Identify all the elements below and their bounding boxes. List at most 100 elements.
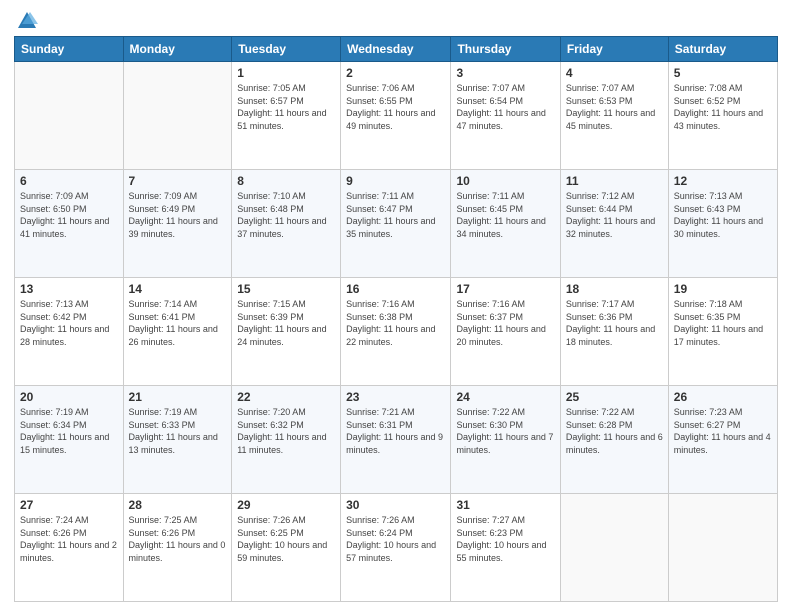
day-number: 5 [674,66,772,80]
logo [14,10,38,28]
day-number: 15 [237,282,335,296]
weekday-header-saturday: Saturday [668,37,777,62]
day-number: 6 [20,174,118,188]
day-info: Sunrise: 7:13 AMSunset: 6:42 PMDaylight:… [20,298,118,348]
day-number: 29 [237,498,335,512]
day-number: 22 [237,390,335,404]
day-number: 19 [674,282,772,296]
day-number: 10 [456,174,554,188]
day-number: 26 [674,390,772,404]
calendar-cell: 6Sunrise: 7:09 AMSunset: 6:50 PMDaylight… [15,170,124,278]
calendar-week-1: 6Sunrise: 7:09 AMSunset: 6:50 PMDaylight… [15,170,778,278]
weekday-header-row: SundayMondayTuesdayWednesdayThursdayFrid… [15,37,778,62]
day-number: 13 [20,282,118,296]
day-number: 3 [456,66,554,80]
calendar-cell: 7Sunrise: 7:09 AMSunset: 6:49 PMDaylight… [123,170,232,278]
day-info: Sunrise: 7:23 AMSunset: 6:27 PMDaylight:… [674,406,772,456]
calendar-week-0: 1 Sunrise: 7:05 AMSunset: 6:57 PMDaylight… [15,62,778,170]
day-number: 18 [566,282,663,296]
day-number: 25 [566,390,663,404]
day-number: 16 [346,282,445,296]
calendar-cell: 27 Sunrise: 7:24 AMSunset: 6:26 PMDayligh… [15,494,124,602]
day-info: Sunrise: 7:11 AMSunset: 6:45 PMDaylight:… [456,190,554,240]
calendar-cell: 1 Sunrise: 7:05 AMSunset: 6:57 PMDaylight… [232,62,341,170]
calendar-cell: 15 Sunrise: 7:15 AMSunset: 6:39 PMDayligh… [232,278,341,386]
day-info: Sunrise: 7:06 AMSunset: 6:55 PMDaylight:… [346,82,445,132]
calendar-cell: 13 Sunrise: 7:13 AMSunset: 6:42 PMDayligh… [15,278,124,386]
calendar-cell: 14 Sunrise: 7:14 AMSunset: 6:41 PMDayligh… [123,278,232,386]
day-info: Sunrise: 7:25 AMSunset: 6:26 PMDaylight:… [129,514,227,564]
day-number: 21 [129,390,227,404]
calendar-cell: 4 Sunrise: 7:07 AMSunset: 6:53 PMDaylight… [560,62,668,170]
calendar-cell: 21 Sunrise: 7:19 AMSunset: 6:33 PMDayligh… [123,386,232,494]
day-info: Sunrise: 7:17 AMSunset: 6:36 PMDaylight:… [566,298,663,348]
day-info: Sunrise: 7:07 AMSunset: 6:54 PMDaylight:… [456,82,554,132]
calendar-cell: 18 Sunrise: 7:17 AMSunset: 6:36 PMDayligh… [560,278,668,386]
calendar-table: SundayMondayTuesdayWednesdayThursdayFrid… [14,36,778,602]
day-number: 14 [129,282,227,296]
calendar-cell: 3 Sunrise: 7:07 AMSunset: 6:54 PMDaylight… [451,62,560,170]
day-info: Sunrise: 7:12 AMSunset: 6:44 PMDaylight:… [566,190,663,240]
day-info: Sunrise: 7:15 AMSunset: 6:39 PMDaylight:… [237,298,335,348]
day-number: 4 [566,66,663,80]
day-number: 1 [237,66,335,80]
calendar-cell: 8Sunrise: 7:10 AMSunset: 6:48 PMDaylight… [232,170,341,278]
day-info: Sunrise: 7:22 AMSunset: 6:30 PMDaylight:… [456,406,554,456]
day-info: Sunrise: 7:07 AMSunset: 6:53 PMDaylight:… [566,82,663,132]
day-info: Sunrise: 7:26 AMSunset: 6:24 PMDaylight:… [346,514,445,564]
day-number: 9 [346,174,445,188]
day-info: Sunrise: 7:05 AMSunset: 6:57 PMDaylight:… [237,82,335,132]
day-number: 24 [456,390,554,404]
calendar-cell: 26 Sunrise: 7:23 AMSunset: 6:27 PMDayligh… [668,386,777,494]
calendar-cell: 20 Sunrise: 7:19 AMSunset: 6:34 PMDayligh… [15,386,124,494]
weekday-header-sunday: Sunday [15,37,124,62]
weekday-header-tuesday: Tuesday [232,37,341,62]
day-info: Sunrise: 7:10 AMSunset: 6:48 PMDaylight:… [237,190,335,240]
calendar-cell: 11 Sunrise: 7:12 AMSunset: 6:44 PMDayligh… [560,170,668,278]
day-number: 20 [20,390,118,404]
day-info: Sunrise: 7:19 AMSunset: 6:33 PMDaylight:… [129,406,227,456]
day-number: 30 [346,498,445,512]
calendar-cell: 2 Sunrise: 7:06 AMSunset: 6:55 PMDaylight… [341,62,451,170]
day-number: 11 [566,174,663,188]
logo-icon [16,10,38,32]
calendar-week-2: 13 Sunrise: 7:13 AMSunset: 6:42 PMDayligh… [15,278,778,386]
header [14,10,778,28]
day-number: 27 [20,498,118,512]
day-number: 2 [346,66,445,80]
calendar-week-3: 20 Sunrise: 7:19 AMSunset: 6:34 PMDayligh… [15,386,778,494]
page: SundayMondayTuesdayWednesdayThursdayFrid… [0,0,792,612]
day-info: Sunrise: 7:24 AMSunset: 6:26 PMDaylight:… [20,514,118,564]
day-info: Sunrise: 7:16 AMSunset: 6:38 PMDaylight:… [346,298,445,348]
calendar-cell: 28Sunrise: 7:25 AMSunset: 6:26 PMDayligh… [123,494,232,602]
weekday-header-thursday: Thursday [451,37,560,62]
calendar-cell: 30 Sunrise: 7:26 AMSunset: 6:24 PMDayligh… [341,494,451,602]
day-info: Sunrise: 7:22 AMSunset: 6:28 PMDaylight:… [566,406,663,456]
day-info: Sunrise: 7:21 AMSunset: 6:31 PMDaylight:… [346,406,445,456]
day-info: Sunrise: 7:08 AMSunset: 6:52 PMDaylight:… [674,82,772,132]
calendar-cell [123,62,232,170]
calendar-cell: 16 Sunrise: 7:16 AMSunset: 6:38 PMDayligh… [341,278,451,386]
day-number: 23 [346,390,445,404]
calendar-cell: 31Sunrise: 7:27 AMSunset: 6:23 PMDayligh… [451,494,560,602]
day-info: Sunrise: 7:18 AMSunset: 6:35 PMDaylight:… [674,298,772,348]
weekday-header-monday: Monday [123,37,232,62]
calendar-cell: 19 Sunrise: 7:18 AMSunset: 6:35 PMDayligh… [668,278,777,386]
day-info: Sunrise: 7:20 AMSunset: 6:32 PMDaylight:… [237,406,335,456]
calendar-cell: 24 Sunrise: 7:22 AMSunset: 6:30 PMDayligh… [451,386,560,494]
day-number: 12 [674,174,772,188]
day-info: Sunrise: 7:11 AMSunset: 6:47 PMDaylight:… [346,190,445,240]
calendar-cell: 22 Sunrise: 7:20 AMSunset: 6:32 PMDayligh… [232,386,341,494]
day-info: Sunrise: 7:16 AMSunset: 6:37 PMDaylight:… [456,298,554,348]
day-info: Sunrise: 7:19 AMSunset: 6:34 PMDaylight:… [20,406,118,456]
calendar-cell: 17 Sunrise: 7:16 AMSunset: 6:37 PMDayligh… [451,278,560,386]
day-number: 7 [129,174,227,188]
day-info: Sunrise: 7:14 AMSunset: 6:41 PMDaylight:… [129,298,227,348]
calendar-week-4: 27 Sunrise: 7:24 AMSunset: 6:26 PMDayligh… [15,494,778,602]
calendar-cell: 10 Sunrise: 7:11 AMSunset: 6:45 PMDayligh… [451,170,560,278]
day-number: 17 [456,282,554,296]
calendar-cell: 23 Sunrise: 7:21 AMSunset: 6:31 PMDayligh… [341,386,451,494]
day-info: Sunrise: 7:26 AMSunset: 6:25 PMDaylight:… [237,514,335,564]
calendar-cell: 5 Sunrise: 7:08 AMSunset: 6:52 PMDaylight… [668,62,777,170]
day-number: 31 [456,498,554,512]
